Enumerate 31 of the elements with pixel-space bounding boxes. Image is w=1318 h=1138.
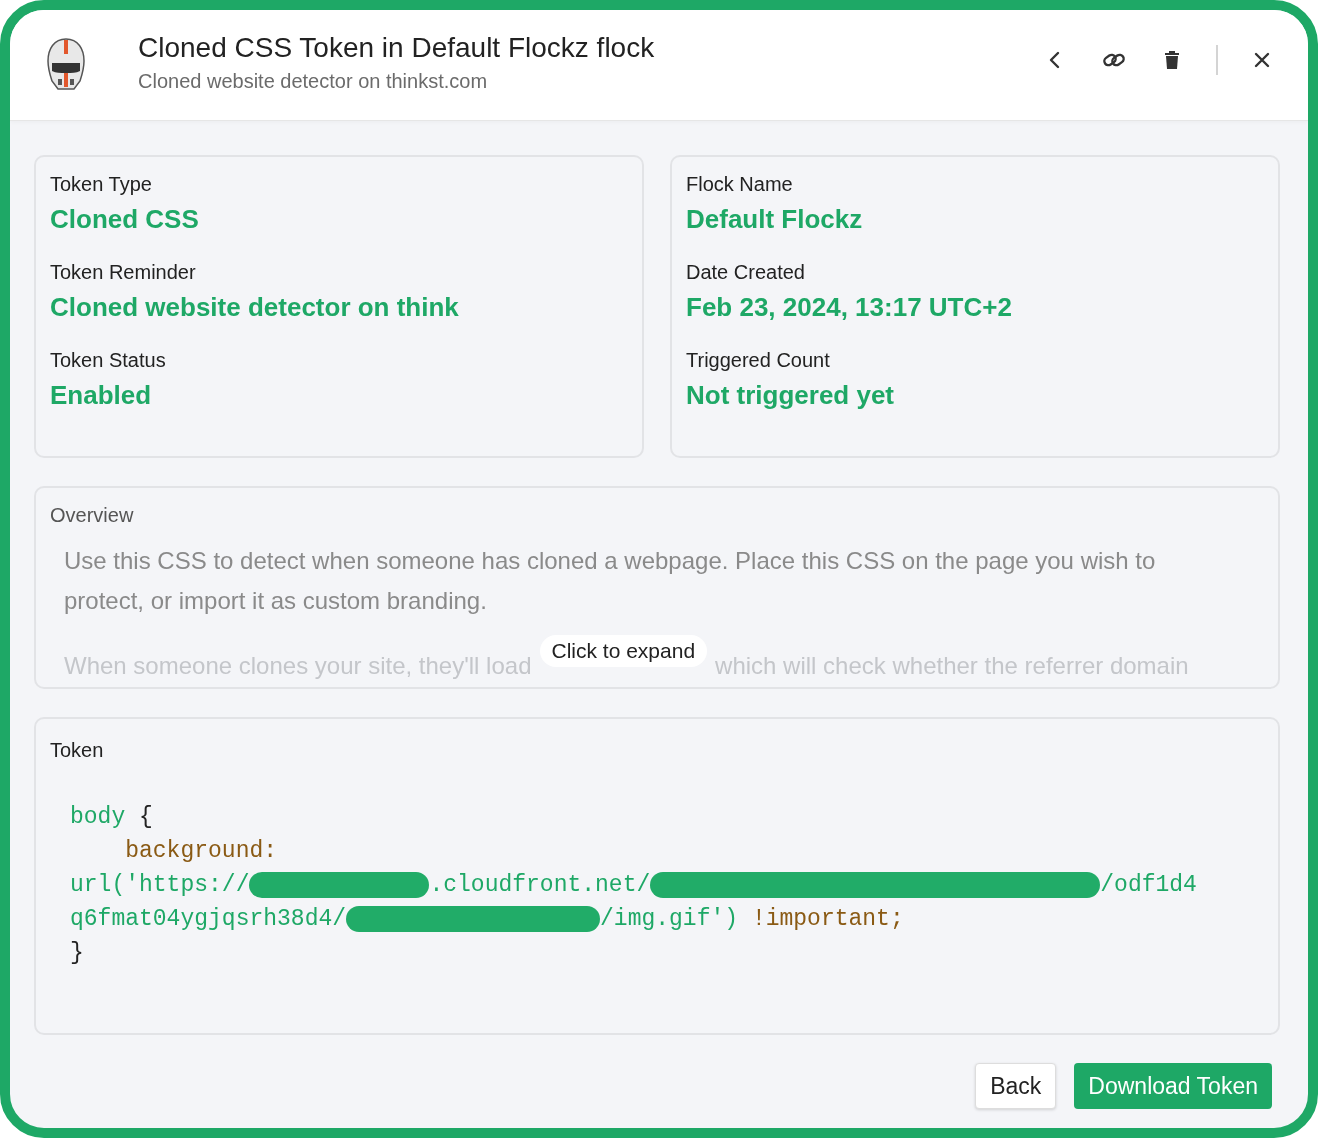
field-label: Flock Name (686, 173, 794, 196)
expand-hint[interactable]: Click to expand (539, 635, 708, 667)
overview-card[interactable] (34, 486, 1280, 689)
field-value: Feb 23, 2024, 13:17 UTC+2 (686, 292, 1013, 323)
code-text: q6fmat04ygjqsrh38d4/ (70, 906, 347, 932)
field-label: Token Reminder (50, 261, 197, 284)
field-label: Date Created (686, 261, 806, 284)
section-label: Overview (50, 504, 135, 527)
code-text: !important; (750, 906, 904, 932)
section-label: Token (50, 739, 105, 762)
field-value: Cloned CSS (50, 204, 200, 235)
dialog-title: Cloned CSS Token in Default Flockz flock (138, 31, 656, 64)
code-text: /odf1d4 (1100, 872, 1197, 898)
overview-text: Use this CSS to detect when someone has cloned a webpage. Place this CSS on the page you wish to protect, or import it as custom branding. (64, 546, 1157, 616)
field-label: Triggered Count (686, 349, 831, 372)
code-text: background: (124, 838, 278, 864)
back-button[interactable]: Back (975, 1063, 1057, 1109)
field-label: Token Type (50, 173, 153, 196)
code-text: body (70, 804, 126, 830)
field-value: Enabled (50, 380, 153, 411)
code-text: /img.gif') (600, 906, 739, 932)
field-value: Default Flockz (686, 204, 864, 235)
field-value: Not triggered yet (686, 380, 896, 411)
field-value: Cloned website detector on think (50, 292, 460, 323)
helmet-icon (44, 37, 88, 93)
code-text: url('https:// (70, 872, 250, 898)
code-text: } (70, 940, 84, 966)
code-text: .cloudfront.net/ (429, 872, 651, 898)
field-label: Token Status (50, 349, 167, 372)
dialog-subtitle: Cloned website detector on thinkst.com (138, 69, 489, 93)
code-text: { (138, 804, 153, 830)
